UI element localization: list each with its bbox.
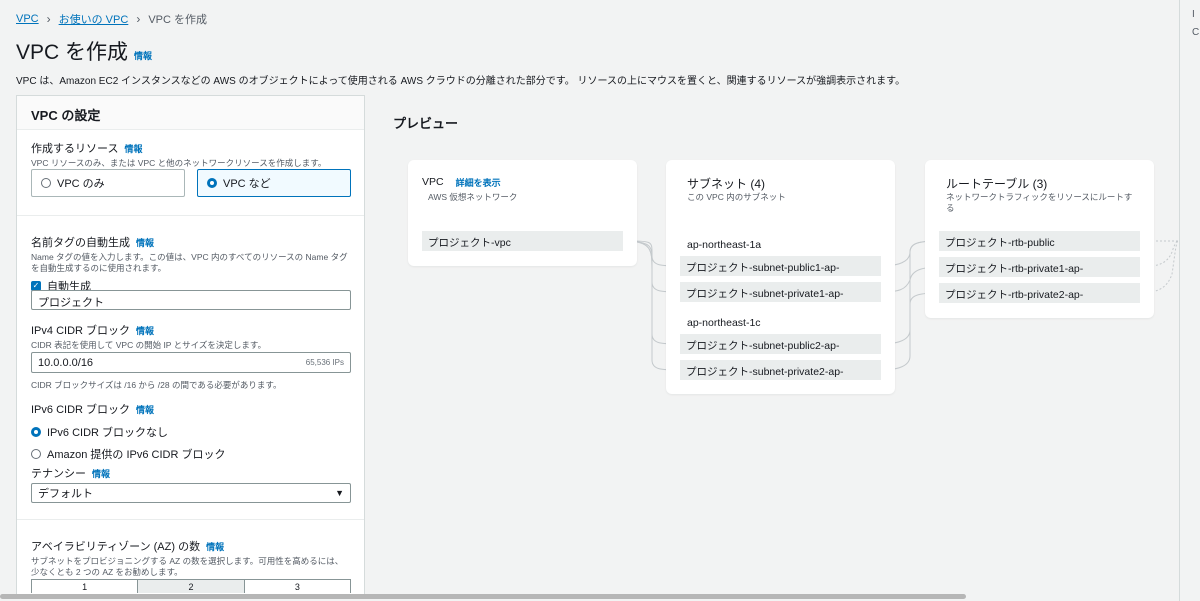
subnets-preview-card: サブネット (4) この VPC 内のサブネット ap-northeast-1a… [666,160,895,394]
horizontal-scrollbar[interactable] [0,594,966,599]
route-table-chip[interactable]: プロジェクト-rtb-private2-ap- [939,283,1140,303]
vpc-preview-card: VPC 詳細を表示 AWS 仮想ネットワーク プロジェクト-vpc [408,160,637,266]
vpc-card-subtitle: AWS 仮想ネットワーク [428,192,518,202]
vpc-card-title-text: VPC [422,176,444,188]
az2-label: ap-northeast-1c [687,317,761,329]
vpc-details-link[interactable]: 詳細を表示 [456,176,501,189]
route-tables-preview-card: ルートテーブル (3) ネットワークトラフィックをリソースにルートする プロジェ… [925,160,1154,318]
vpc-chip[interactable]: プロジェクト-vpc [422,231,623,251]
az1-label: ap-northeast-1a [687,239,762,251]
route-tables-card-title: ルートテーブル (3) [946,177,1048,191]
subnet-chip[interactable]: プロジェクト-subnet-private2-ap- [680,360,881,380]
route-table-chip[interactable]: プロジェクト-rtb-public [939,231,1140,251]
subnet-chip[interactable]: プロジェクト-subnet-public2-ap- [680,334,881,354]
vpc-card-title: VPC 詳細を表示 [422,176,501,189]
subnet-chip[interactable]: プロジェクト-subnet-public1-ap- [680,256,881,276]
subnets-card-subtitle: この VPC 内のサブネット [687,192,786,202]
subnets-card-title: サブネット (4) [687,177,766,191]
route-table-chip[interactable]: プロジェクト-rtb-private1-ap- [939,257,1140,277]
route-tables-card-subtitle: ネットワークトラフィックをリソースにルートする [946,192,1133,213]
subnet-chip[interactable]: プロジェクト-subnet-private1-ap- [680,282,881,302]
